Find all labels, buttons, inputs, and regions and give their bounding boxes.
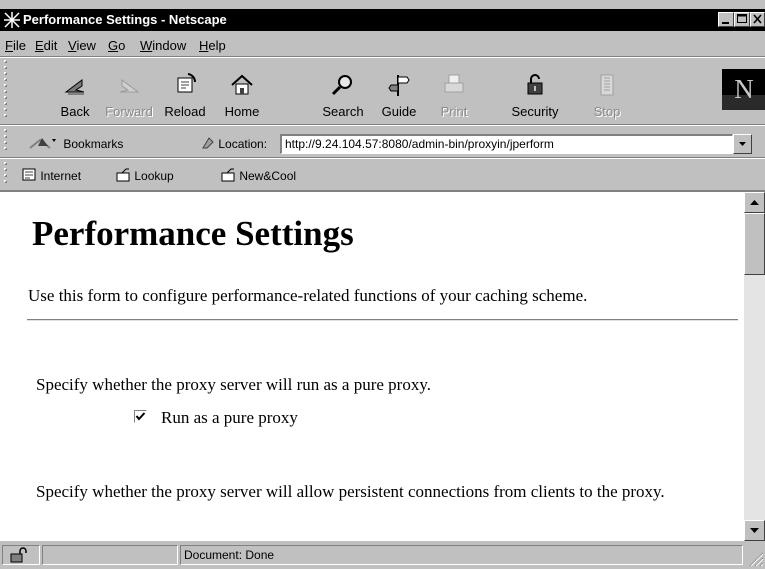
menu-help[interactable]: Help bbox=[199, 38, 226, 53]
personal-item-new-cool[interactable]: New&Cool bbox=[221, 168, 296, 183]
reload-icon bbox=[177, 73, 197, 93]
netscape-app-icon bbox=[4, 12, 20, 28]
bookmarks-icon bbox=[29, 138, 56, 149]
home-label: Home bbox=[224, 104, 260, 119]
navigation-toolbar: Back Forward Reload Home Search Guide Pr… bbox=[0, 58, 765, 124]
reload-button[interactable]: Reload bbox=[158, 72, 212, 120]
security-button[interactable]: Security bbox=[508, 72, 562, 120]
toolbar-grip[interactable] bbox=[3, 129, 10, 155]
home-button[interactable]: Home bbox=[215, 72, 269, 120]
close-button[interactable] bbox=[750, 12, 765, 27]
security-status-panel[interactable] bbox=[2, 545, 40, 565]
stop-button[interactable]: Stop bbox=[580, 72, 634, 120]
home-icon bbox=[231, 74, 253, 95]
progress-panel bbox=[42, 545, 178, 565]
page-content: Performance Settings Use this form to co… bbox=[0, 192, 744, 541]
status-text: Document: Done bbox=[184, 548, 275, 562]
title-bar: Performance Settings - Netscape bbox=[0, 9, 765, 31]
search-button[interactable]: Search bbox=[316, 72, 370, 120]
forward-button[interactable]: Forward bbox=[102, 72, 156, 120]
personal-toolbar: Internet Lookup New&Cool bbox=[0, 160, 765, 188]
persistent-connections-question: Specify whether the proxy server will al… bbox=[36, 482, 665, 501]
toolbar-grip[interactable] bbox=[3, 162, 10, 186]
arrow-down-icon bbox=[750, 528, 759, 533]
pure-proxy-question: Specify whether the proxy server will ru… bbox=[36, 375, 431, 394]
netscape-n-icon: N bbox=[722, 74, 765, 110]
unlocked-padlock-icon bbox=[10, 547, 27, 563]
scroll-up-button[interactable] bbox=[744, 192, 765, 213]
stop-label: Stop bbox=[593, 104, 621, 119]
personal-item-internet[interactable]: Internet bbox=[22, 168, 81, 183]
bookmarks-label: Bookmarks bbox=[63, 137, 124, 151]
arrow-up-icon bbox=[750, 200, 759, 205]
print-button[interactable]: Print bbox=[427, 72, 481, 120]
location-url-field[interactable]: http://9.24.104.57:8080/admin-bin/proxyi… bbox=[280, 134, 733, 154]
page-proxy-icon[interactable] bbox=[201, 136, 215, 150]
search-icon bbox=[331, 75, 352, 96]
guide-button[interactable]: Guide bbox=[372, 72, 426, 120]
scrollbar-thumb[interactable] bbox=[744, 213, 765, 275]
minimize-icon bbox=[722, 22, 729, 24]
minimize-button[interactable] bbox=[718, 12, 734, 27]
browser-window: Performance Settings - Netscape File Edi… bbox=[0, 0, 765, 569]
stop-icon bbox=[600, 74, 614, 96]
personal-item-label: Internet bbox=[40, 169, 82, 183]
bookmark-page-icon bbox=[22, 168, 36, 181]
intro-text: Use this form to configure performance-r… bbox=[28, 286, 588, 305]
status-bar: Document: Done bbox=[0, 543, 765, 569]
logo-letter: N bbox=[734, 74, 754, 104]
pure-proxy-checkbox-label[interactable]: Run as a pure proxy bbox=[161, 408, 298, 428]
scroll-down-button[interactable] bbox=[744, 520, 765, 541]
toolbar-grip[interactable] bbox=[3, 60, 10, 122]
search-label: Search bbox=[322, 104, 364, 119]
close-icon bbox=[753, 14, 762, 24]
print-icon bbox=[444, 74, 464, 93]
menu-window[interactable]: Window bbox=[140, 38, 186, 53]
personal-item-label: New&Cool bbox=[239, 169, 297, 183]
location-label: Location: bbox=[201, 136, 267, 151]
security-label: Security bbox=[511, 104, 559, 119]
menu-view[interactable]: View bbox=[68, 38, 96, 53]
print-label: Print bbox=[440, 104, 468, 119]
folder-icon bbox=[116, 168, 130, 182]
menu-go[interactable]: Go bbox=[108, 38, 125, 53]
resize-grip-icon[interactable] bbox=[746, 549, 764, 567]
forward-label: Forward bbox=[105, 104, 153, 119]
separator bbox=[0, 124, 765, 126]
window-title: Performance Settings - Netscape bbox=[23, 12, 227, 27]
personal-item-label: Lookup bbox=[134, 169, 174, 183]
maximize-button[interactable] bbox=[734, 12, 750, 27]
back-arrow-icon bbox=[64, 79, 85, 95]
forward-arrow-icon bbox=[119, 79, 140, 93]
guide-icon bbox=[388, 75, 410, 96]
menu-file[interactable]: File bbox=[5, 38, 26, 53]
menu-bar: File Edit View Go Window Help bbox=[0, 34, 765, 56]
horizontal-rule bbox=[27, 319, 738, 321]
checkmark-icon bbox=[135, 412, 146, 421]
lock-icon bbox=[527, 74, 543, 95]
chevron-down-icon bbox=[739, 142, 746, 146]
maximize-icon bbox=[737, 14, 747, 23]
pure-proxy-checkbox[interactable] bbox=[134, 410, 147, 423]
personal-item-lookup[interactable]: Lookup bbox=[116, 168, 174, 183]
back-button[interactable]: Back bbox=[48, 72, 102, 120]
reload-label: Reload bbox=[164, 104, 206, 119]
separator bbox=[0, 157, 765, 159]
location-label-text: Location: bbox=[218, 137, 268, 151]
guide-label: Guide bbox=[381, 104, 417, 119]
bookmarks-button[interactable]: Bookmarks bbox=[28, 136, 123, 151]
menu-edit[interactable]: Edit bbox=[35, 38, 57, 53]
netscape-logo[interactable]: N bbox=[722, 69, 765, 110]
vertical-scrollbar[interactable] bbox=[744, 192, 765, 541]
back-label: Back bbox=[60, 104, 90, 119]
url-history-dropdown[interactable] bbox=[733, 134, 752, 154]
page-title: Performance Settings bbox=[32, 214, 354, 253]
folder-icon bbox=[221, 168, 235, 182]
